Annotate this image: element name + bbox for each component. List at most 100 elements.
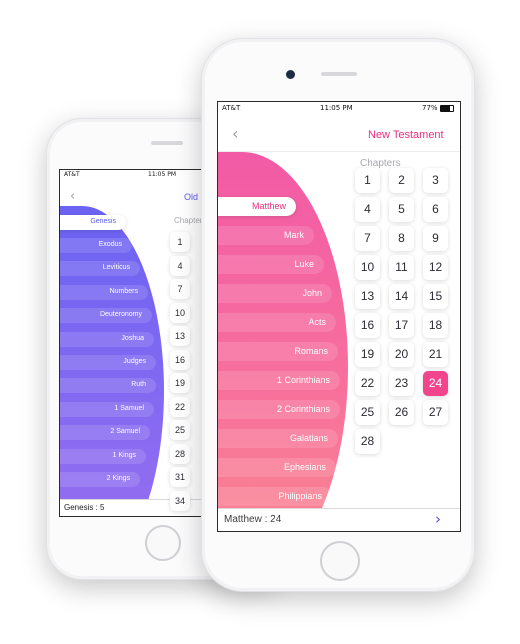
book-label: 1 Samuel [114, 404, 144, 412]
chapter-button[interactable]: 26 [389, 400, 414, 425]
book-label: 2 Samuel [110, 428, 140, 436]
book-label: Ephesians [283, 461, 326, 472]
book-item[interactable]: John [218, 283, 332, 303]
chapter-button[interactable]: 19 [170, 373, 190, 393]
chapter-button[interactable]: 22 [170, 396, 190, 417]
book-label: 2 Corinthians [276, 403, 330, 414]
book-label: Luke [294, 258, 314, 269]
book-label: John [302, 287, 322, 298]
chapter-button[interactable]: 19 [355, 342, 380, 367]
front-phone-screen: AT&T 11:05 PM 77% ‹ New Testament Chapte… [217, 101, 461, 532]
carrier-label: AT&T [64, 171, 80, 178]
book-label: Joshua [121, 334, 144, 342]
book-item[interactable]: Joshua [60, 331, 154, 347]
book-item[interactable]: Acts [218, 312, 336, 332]
book-item[interactable]: Luke [218, 254, 324, 274]
chapter-button[interactable]: 28 [355, 429, 380, 454]
chapter-button[interactable]: 5 [389, 197, 414, 222]
book-item[interactable]: Philippians [218, 486, 332, 506]
book-item[interactable]: Mark [218, 225, 314, 245]
back-chevron-icon[interactable]: ‹ [70, 189, 75, 204]
book-item[interactable]: Leviticus [60, 261, 140, 277]
book-item[interactable]: Colossians [218, 515, 326, 531]
chapter-button[interactable]: 8 [389, 226, 414, 251]
book-item[interactable]: 2 Kings [60, 471, 140, 487]
chapter-button[interactable]: 12 [423, 255, 448, 280]
chapter-button[interactable]: 22 [355, 371, 380, 396]
chapter-button[interactable]: 7 [355, 226, 380, 251]
front-phone: AT&T 11:05 PM 77% ‹ New Testament Chapte… [201, 38, 475, 592]
chapter-button[interactable]: 15 [423, 284, 448, 309]
book-label: Judges [123, 357, 146, 365]
chapter-button[interactable]: 13 [355, 284, 380, 309]
chapter-button[interactable]: 25 [170, 420, 190, 440]
book-label: Mark [284, 229, 304, 240]
book-label: Acts [308, 316, 326, 327]
book-item[interactable]: Ruth [60, 378, 156, 394]
chapter-button[interactable]: 10 [170, 302, 190, 323]
chapter-button[interactable]: 16 [355, 313, 380, 338]
chapter-button[interactable]: 18 [423, 313, 448, 338]
book-label: Matthew [251, 200, 286, 211]
book-item[interactable]: 2 Samuel [60, 425, 150, 441]
chapter-button[interactable]: 14 [389, 284, 414, 309]
chapter-button[interactable]: 20 [389, 342, 414, 367]
book-label: Romans [294, 345, 328, 356]
chapter-button[interactable]: 4 [170, 255, 190, 276]
book-label: Exodus [98, 240, 122, 248]
back-chevron-icon[interactable]: ‹ [232, 124, 238, 143]
chapter-button[interactable]: 4 [355, 197, 380, 222]
chapter-button[interactable]: 24 [423, 371, 448, 396]
book-label: Ruth [131, 381, 146, 389]
book-item[interactable]: Matthew [218, 196, 296, 216]
book-item[interactable]: Exodus [60, 237, 132, 253]
book-label: 1 Corinthians [276, 374, 330, 385]
home-button[interactable] [320, 541, 360, 581]
chapter-button[interactable]: 34 [170, 490, 190, 511]
status-time: 11:05 PM [148, 171, 176, 178]
nav-divider [218, 151, 460, 152]
chapters-header: Chapter [174, 216, 203, 225]
book-item[interactable]: 1 Samuel [60, 401, 154, 417]
chapter-button[interactable]: 23 [389, 371, 414, 396]
book-item[interactable]: Galatians [218, 428, 338, 448]
chapter-button[interactable]: 2 [389, 168, 414, 193]
chapter-button[interactable]: 28 [170, 443, 190, 464]
chapter-button[interactable]: 16 [170, 349, 190, 370]
chapter-button[interactable]: 9 [423, 226, 448, 251]
battery-icon [440, 105, 454, 112]
nav-title: New Testament [368, 129, 444, 141]
book-item[interactable]: Ephesians [218, 457, 336, 477]
chapter-button[interactable]: 21 [423, 342, 448, 367]
carrier-label: AT&T [222, 104, 241, 112]
chapter-button[interactable]: 1 [170, 232, 190, 252]
book-item[interactable]: Genesis [60, 214, 126, 230]
book-item[interactable]: 2 Corinthians [218, 399, 340, 419]
book-item[interactable]: 1 Kings [60, 448, 146, 464]
book-item[interactable]: Numbers [60, 284, 148, 300]
book-item[interactable]: Romans [218, 341, 338, 361]
book-item[interactable]: Judges [60, 354, 156, 370]
chapter-button[interactable]: 3 [423, 168, 448, 193]
book-label: 2 Kings [106, 474, 130, 482]
book-item[interactable]: Deuteronomy [60, 308, 152, 324]
chapter-button[interactable]: 10 [355, 255, 380, 280]
chapter-button[interactable]: 11 [389, 255, 414, 280]
front-camera [286, 70, 295, 79]
chapter-button[interactable]: 25 [355, 400, 380, 425]
chapter-button[interactable]: 6 [423, 197, 448, 222]
book-label: Colossians [271, 519, 316, 530]
nav-title: Old [184, 192, 199, 202]
footer-selection: Genesis : 5 [64, 503, 105, 512]
chapter-button[interactable]: 1 [355, 168, 380, 193]
home-button[interactable] [145, 525, 181, 561]
book-label: Deuteronomy [99, 311, 142, 319]
book-item[interactable]: 1 Corinthians [218, 370, 340, 390]
chapter-button[interactable]: 27 [423, 400, 448, 425]
chapter-button[interactable]: 7 [170, 279, 190, 299]
chapter-button[interactable]: 31 [170, 467, 190, 487]
book-label: Genesis [90, 217, 116, 225]
chapter-button[interactable]: 13 [170, 326, 190, 346]
chevron-right-icon[interactable]: › [435, 510, 441, 528]
chapter-button[interactable]: 17 [389, 313, 414, 338]
